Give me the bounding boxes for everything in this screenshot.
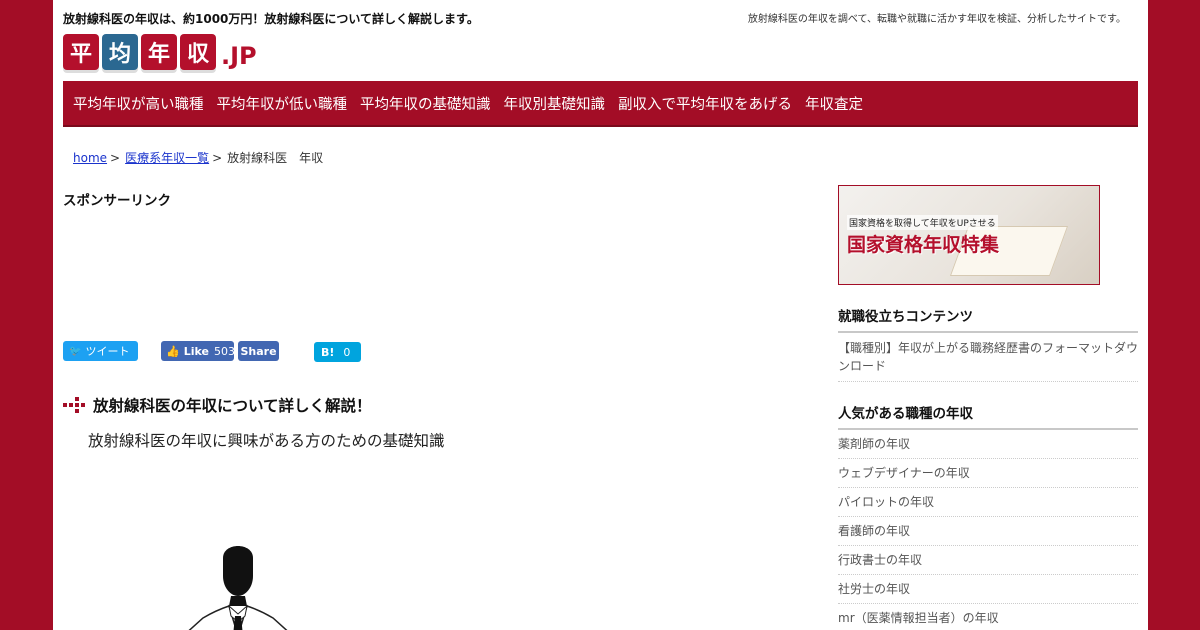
facebook-like-button[interactable]: 👍 Like 503 xyxy=(161,341,235,361)
site-tagline: 放射線科医の年収は、約1000万円！放射線科医について詳しく解説します。 xyxy=(63,12,479,26)
logo-char-3: 年 xyxy=(141,34,177,70)
breadcrumb: home > 医療系年収一覧 > 放射線科医 年収 xyxy=(73,149,323,166)
hatena-label: B! xyxy=(321,345,335,359)
sidebar-item-pilot[interactable]: パイロットの年収 xyxy=(838,488,1138,517)
site-description: 放射線科医の年収を調べて、転職や就職に活かす年収を検証、分析したサイトです。 xyxy=(747,14,1126,25)
license-income-banner[interactable]: 国家資格を取得して年収をUPさせる 国家資格年収特集 xyxy=(838,185,1100,285)
hatena-bookmark-button[interactable]: B! 0 xyxy=(314,342,361,362)
tweet-button[interactable]: 🐦 ツイート xyxy=(63,341,138,361)
nav-item-high-income[interactable]: 平均年収が高い職種 xyxy=(73,93,204,114)
like-count: 503 xyxy=(213,344,235,358)
page-container: 放射線科医の年収は、約1000万円！放射線科医について詳しく解説します。 放射線… xyxy=(53,0,1148,630)
sidebar-section-title: 人気がある職種の年収 xyxy=(838,402,1138,430)
nav-item-by-income[interactable]: 年収別基礎知識 xyxy=(504,93,606,114)
banner-title: 国家資格年収特集 xyxy=(847,234,1000,256)
sidebar-section-title: 就職役立ちコンテンツ xyxy=(838,305,1138,333)
sidebar-item-nurse[interactable]: 看護師の年収 xyxy=(838,517,1138,546)
sidebar-item-mr[interactable]: mr（医薬情報担当者）の年収 xyxy=(838,604,1138,630)
nav-item-assessment[interactable]: 年収査定 xyxy=(805,93,863,114)
sidebar-item-labor-consultant[interactable]: 社労士の年収 xyxy=(838,575,1138,604)
logo-char-1: 平 xyxy=(63,34,99,70)
breadcrumb-category-link[interactable]: 医療系年収一覧 xyxy=(125,151,209,165)
article-heading: 放射線科医の年収について詳しく解説！ xyxy=(63,394,372,416)
logo-suffix: .JP xyxy=(221,42,257,70)
sidebar-item-resume-download[interactable]: 【職種別】年収が上がる職務経歴書のフォーマットダウンロード xyxy=(838,333,1138,382)
sidebar: 国家資格を取得して年収をUPさせる 国家資格年収特集 就職役立ちコンテンツ 【職… xyxy=(838,185,1138,630)
global-nav: 平均年収が高い職種 平均年収が低い職種 平均年収の基礎知識 年収別基礎知識 副収… xyxy=(63,81,1138,127)
breadcrumb-separator: > xyxy=(212,151,223,165)
breadcrumb-current: 放射線科医 年収 xyxy=(227,151,324,165)
tweet-label: ツイート xyxy=(85,345,130,358)
sidebar-list: 薬剤師の年収 ウェブデザイナーの年収 パイロットの年収 看護師の年収 行政書士の… xyxy=(838,430,1138,630)
sidebar-item-web-designer[interactable]: ウェブデザイナーの年収 xyxy=(838,459,1138,488)
sidebar-list: 【職種別】年収が上がる職務経歴書のフォーマットダウンロード xyxy=(838,333,1138,382)
heading-dots-icon xyxy=(63,397,85,413)
sidebar-item-pharmacist[interactable]: 薬剤師の年収 xyxy=(838,430,1138,459)
facebook-share-button[interactable]: Share xyxy=(238,341,279,361)
nav-item-basics[interactable]: 平均年収の基礎知識 xyxy=(360,93,491,114)
breadcrumb-separator: > xyxy=(110,151,121,165)
logo-char-4: 収 xyxy=(180,34,216,70)
banner-subtitle: 国家資格を取得して年収をUPさせる xyxy=(847,215,998,230)
sponsor-label: スポンサーリンク xyxy=(63,193,171,209)
site-logo[interactable]: 平 均 年 収 .JP xyxy=(63,30,257,70)
twitter-bird-icon: 🐦 xyxy=(69,345,82,357)
article-lead: 放射線科医の年収に興味がある方のための基礎知識 xyxy=(88,432,445,450)
like-label: Like xyxy=(183,344,209,358)
doctor-silhouette-image xyxy=(183,536,293,630)
thumbs-up-icon: 👍 xyxy=(166,344,180,358)
hatena-count: 0 xyxy=(343,345,351,359)
nav-item-side-income[interactable]: 副収入で平均年収をあげる xyxy=(618,93,792,114)
article-title: 放射線科医の年収について詳しく解説！ xyxy=(93,397,372,415)
logo-char-2: 均 xyxy=(102,34,138,70)
breadcrumb-home-link[interactable]: home xyxy=(73,151,107,165)
sidebar-item-administrative-scrivener[interactable]: 行政書士の年収 xyxy=(838,546,1138,575)
nav-item-low-income[interactable]: 平均年収が低い職種 xyxy=(217,93,348,114)
